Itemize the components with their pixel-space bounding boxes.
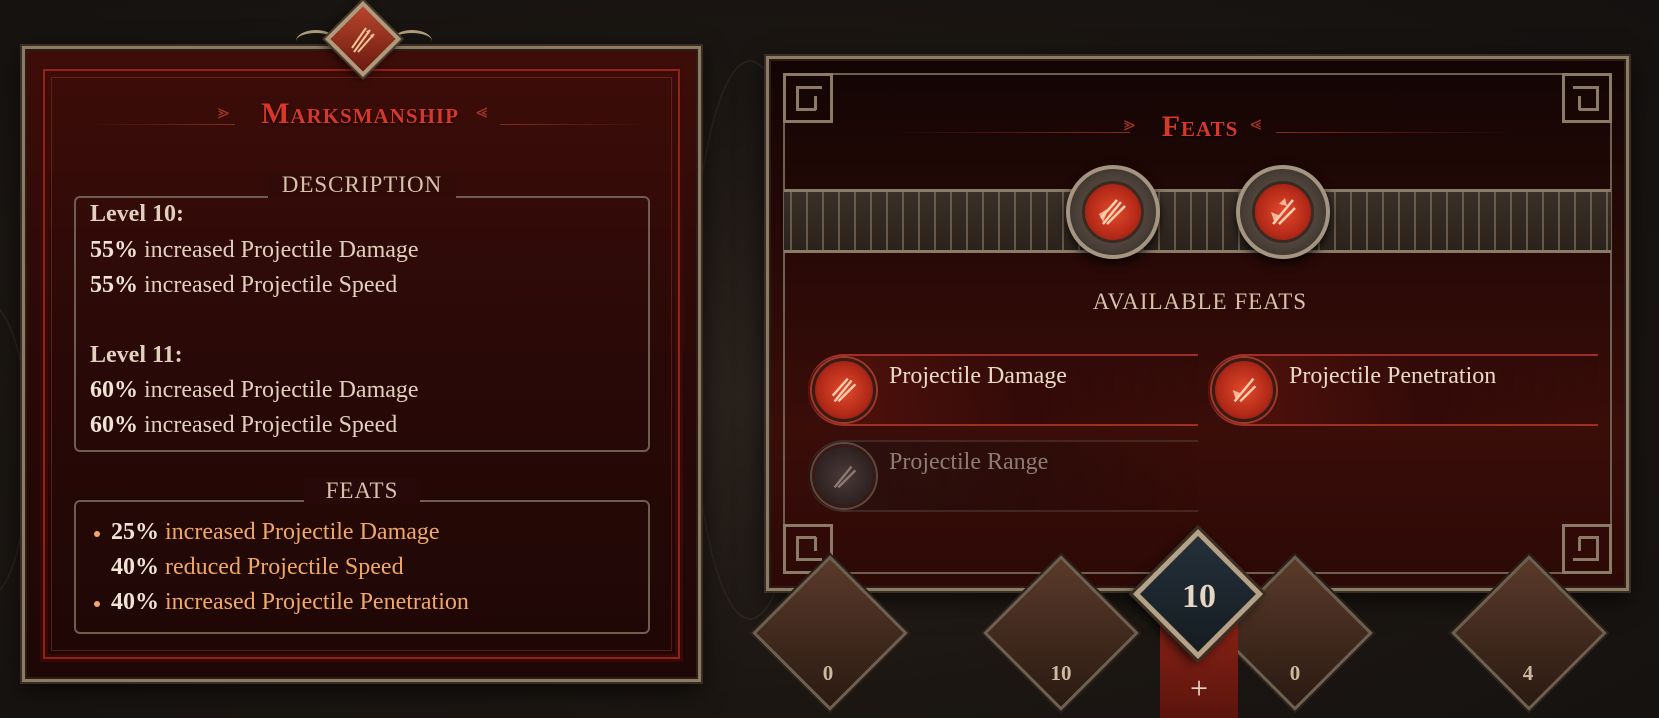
- equipped-feats-band: [784, 189, 1611, 253]
- level-up-button[interactable]: +: [1182, 670, 1216, 706]
- feat-effect-line: 40% reduced Projectile Speed: [111, 554, 404, 581]
- feat-effect-value: 40%: [111, 589, 159, 615]
- corner-ornament: [783, 73, 833, 123]
- feat-name: Projectile Penetration: [1289, 363, 1497, 389]
- feat-name: Projectile Range: [889, 449, 1049, 475]
- projectile-damage-icon: [812, 358, 876, 422]
- stat-value: 60%: [90, 377, 138, 403]
- title-swirl: ⪡: [1250, 113, 1262, 135]
- level-heading: Level 10:: [90, 201, 184, 227]
- arrows-icon: [346, 24, 380, 58]
- feats-title: Feats: [1161, 110, 1239, 143]
- feat-effect-line: 40% increased Projectile Penetration: [111, 589, 469, 616]
- corner-ornament: [1562, 524, 1612, 574]
- projectile-damage-icon: [1082, 181, 1144, 243]
- title-divider: [85, 124, 235, 125]
- projectile-penetration-icon: [1252, 181, 1314, 243]
- equipped-feat-slot[interactable]: [1236, 165, 1330, 259]
- stat-value: 55%: [90, 237, 138, 263]
- title-swirl: ⪢: [1124, 113, 1136, 135]
- stat-text: increased Projectile Damage: [144, 237, 419, 263]
- level-heading: Level 11:: [90, 342, 183, 368]
- equipped-feat-slot[interactable]: [1066, 165, 1160, 259]
- stat-line: 60% increased Projectile Damage: [90, 377, 419, 404]
- feats-label: FEATS: [304, 478, 420, 504]
- feat-effect-text: increased Projectile Penetration: [165, 589, 469, 615]
- skill-level: 10: [1182, 578, 1216, 615]
- title-swirl: ⪡: [476, 101, 488, 123]
- stat-text: increased Projectile Damage: [144, 377, 419, 403]
- feat-effect-value: 40%: [111, 554, 159, 580]
- corner-ornament: [1562, 73, 1612, 123]
- stat-text: increased Projectile Speed: [144, 272, 398, 298]
- feat-bullet: [94, 601, 100, 607]
- skill-title: Marksmanship: [261, 97, 459, 130]
- available-feats-label: AVAILABLE FEATS: [1092, 289, 1308, 314]
- stat-line: 55% increased Projectile Damage: [90, 237, 419, 264]
- projectile-range-icon: [812, 444, 876, 508]
- feat-bullet: [94, 531, 100, 537]
- stat-value: 60%: [90, 412, 138, 438]
- stat-line: 55% increased Projectile Speed: [90, 272, 397, 299]
- stat-text: increased Projectile Speed: [144, 412, 398, 438]
- projectile-penetration-icon: [1212, 358, 1276, 422]
- tab-count: 4: [1522, 661, 1534, 685]
- feat-name: Projectile Damage: [889, 363, 1067, 389]
- feat-effect-text: reduced Projectile Speed: [165, 554, 404, 580]
- stat-line: 60% increased Projectile Speed: [90, 412, 397, 439]
- feat-effect-line: 25% increased Projectile Damage: [111, 519, 440, 546]
- description-label: DESCRIPTION: [268, 172, 456, 198]
- tab-count: 0: [822, 661, 834, 685]
- stat-value: 55%: [90, 272, 138, 298]
- title-divider: [890, 132, 1130, 133]
- title-swirl: ⪢: [218, 101, 230, 123]
- title-divider: [500, 124, 650, 125]
- feat-effect-text: increased Projectile Damage: [165, 519, 440, 545]
- tab-count: 10: [1050, 661, 1072, 685]
- tab-count: 0: [1289, 661, 1301, 685]
- feat-effect-value: 25%: [111, 519, 159, 545]
- title-divider: [1276, 132, 1516, 133]
